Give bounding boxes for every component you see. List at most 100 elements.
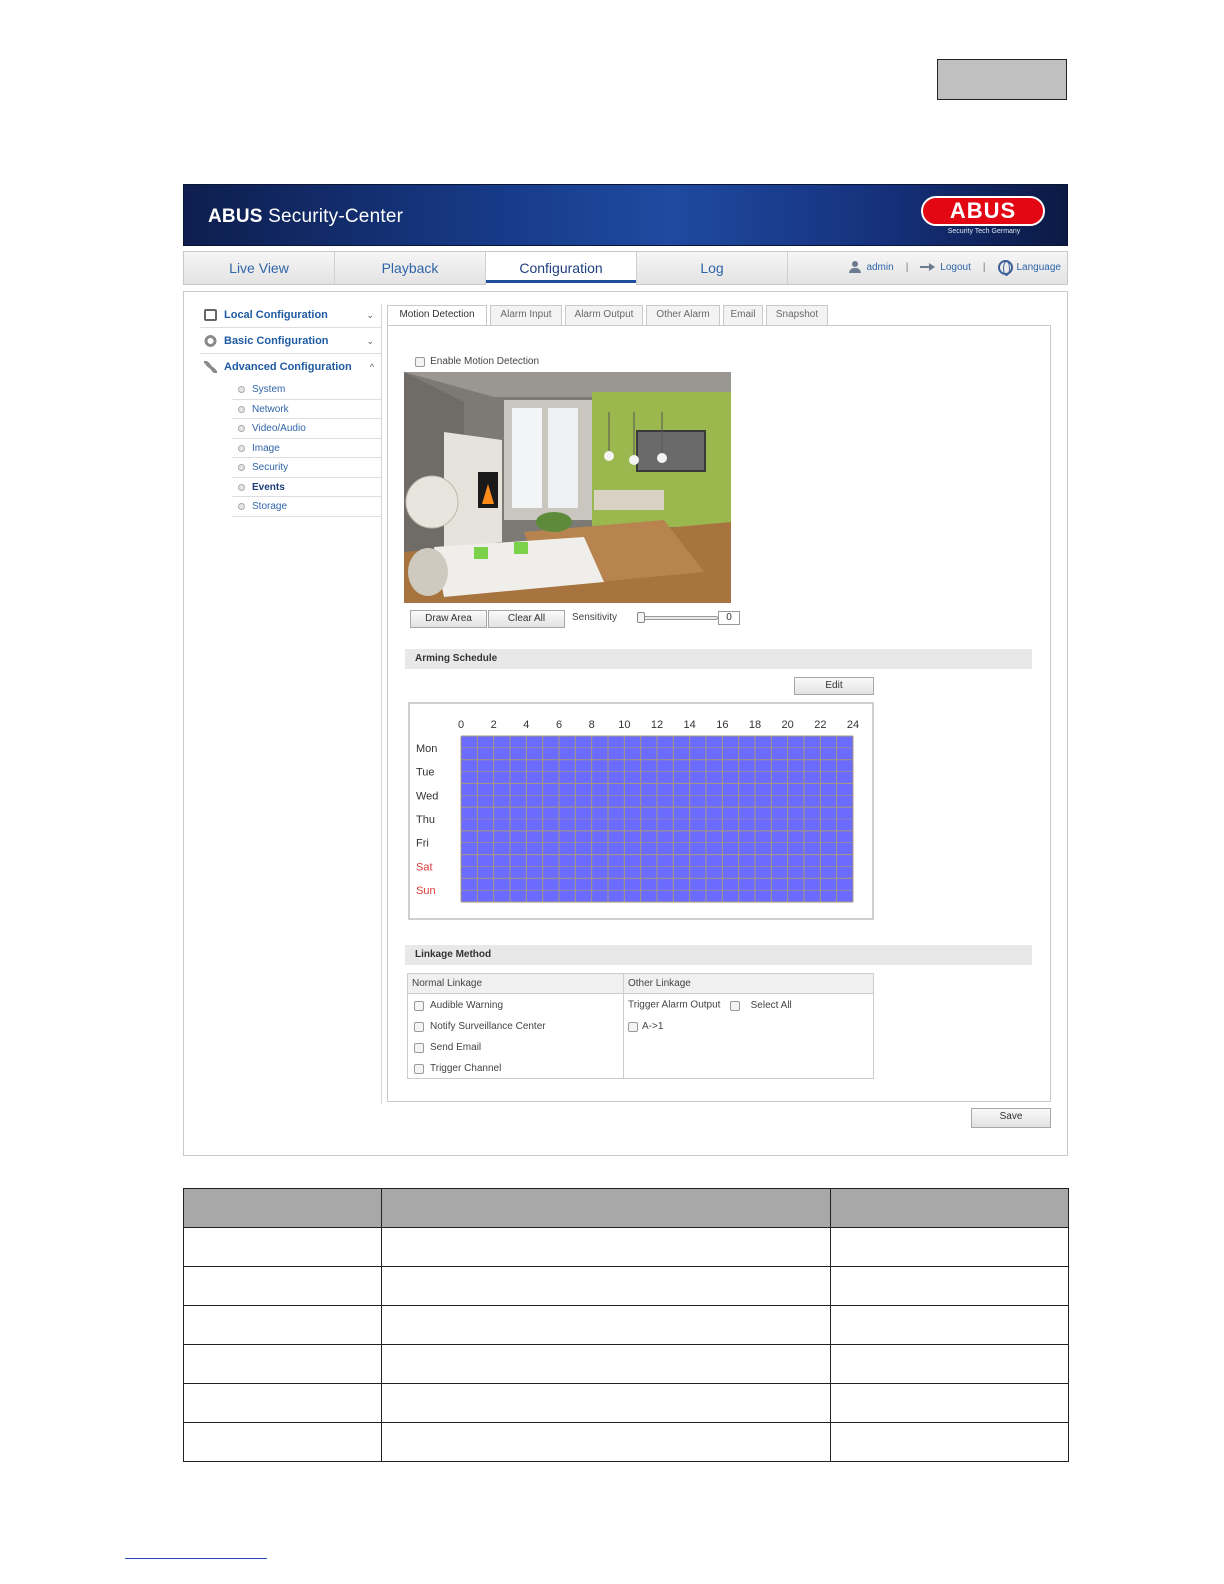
schedule-day-label: Sun bbox=[416, 885, 436, 897]
sidebar-item-storage[interactable]: Storage bbox=[232, 497, 382, 517]
tab-email[interactable]: Email bbox=[723, 305, 763, 325]
sidebar-item-label: Local Configuration bbox=[224, 309, 328, 321]
abus-logo: ABUS Security Tech Germany bbox=[921, 196, 1045, 238]
camera-preview[interactable] bbox=[404, 372, 731, 603]
nav-tab-live-view[interactable]: Live View bbox=[184, 252, 335, 284]
sidebar-item-system[interactable]: System bbox=[232, 380, 382, 400]
schedule-day-label: Fri bbox=[416, 838, 429, 850]
header-banner: ABUS Security-Center ABUS Security Tech … bbox=[183, 184, 1068, 246]
table-cell bbox=[380, 1188, 832, 1228]
separator: | bbox=[982, 262, 986, 273]
notify-surveillance-center-checkbox[interactable] bbox=[414, 1021, 424, 1032]
bullet-icon bbox=[238, 483, 245, 491]
table-cell bbox=[183, 1188, 382, 1228]
schedule-svg: 0 2 4 6 8 10 12 14 16 18 20 22 24MonTueWedThuFriSatS… bbox=[416, 719, 859, 903]
table-cell bbox=[830, 1266, 1069, 1306]
schedule-hour-label: 24 bbox=[847, 719, 859, 731]
select-all-label: Select All bbox=[750, 999, 792, 1011]
bullet-icon bbox=[238, 503, 245, 510]
schedule-day-label: Thu bbox=[416, 814, 435, 826]
schedule-hour-label: 2 bbox=[491, 719, 497, 731]
select-all-checkbox[interactable] bbox=[729, 1000, 740, 1011]
parameter-table bbox=[183, 1188, 1069, 1462]
language-link[interactable]: Language bbox=[997, 252, 1062, 284]
globe-icon bbox=[997, 259, 1013, 276]
save-button[interactable]: Save bbox=[971, 1108, 1051, 1128]
table-cell bbox=[830, 1422, 1069, 1462]
main-panel: Local Configuration ⌄ Basic Configuratio… bbox=[183, 291, 1068, 1156]
username: admin bbox=[866, 262, 894, 273]
enable-motion-detection-checkbox[interactable] bbox=[415, 356, 425, 367]
logout-link[interactable]: Logout bbox=[920, 252, 971, 284]
schedule-hour-label: 4 bbox=[523, 719, 529, 731]
sidebar-item-security[interactable]: Security bbox=[232, 458, 382, 478]
tab-snapshot[interactable]: Snapshot bbox=[766, 305, 828, 325]
table-cell bbox=[380, 1227, 832, 1267]
trigger-alarm-output-row: Trigger Alarm Output Select All bbox=[628, 998, 792, 1012]
tab-alarm-output[interactable]: Alarm Output bbox=[565, 305, 643, 325]
sidebar-item-label: System bbox=[252, 384, 286, 395]
table-cell bbox=[380, 1383, 832, 1423]
alarm-output-a1-row: A->1 bbox=[628, 1019, 663, 1033]
language-label: Language bbox=[1016, 262, 1062, 273]
alarm-output-a1-checkbox[interactable] bbox=[628, 1021, 638, 1032]
sidebar-item-network[interactable]: Network bbox=[232, 400, 382, 419]
schedule-hour-label: 8 bbox=[589, 719, 595, 731]
sidebar-item-label: Basic Configuration bbox=[224, 335, 329, 347]
sidebar-item-advanced-configuration[interactable]: Advanced Configuration ^ bbox=[200, 354, 382, 380]
nav-tab-configuration[interactable]: Configuration bbox=[486, 252, 637, 285]
normal-linkage-header: Normal Linkage bbox=[408, 974, 624, 994]
sensitivity-slider-handle[interactable] bbox=[637, 612, 645, 623]
table-cell bbox=[830, 1188, 1069, 1228]
sensitivity-slider-track[interactable] bbox=[642, 616, 718, 620]
audible-warning-checkbox[interactable] bbox=[414, 1000, 424, 1011]
trigger-channel-label: Trigger Channel bbox=[430, 1062, 502, 1074]
logo-text: ABUS bbox=[921, 196, 1045, 226]
edit-schedule-button[interactable]: Edit bbox=[794, 677, 874, 695]
tab-other-alarm[interactable]: Other Alarm bbox=[646, 305, 720, 325]
table-cell bbox=[183, 1305, 382, 1345]
schedule-hour-label: 20 bbox=[782, 719, 794, 731]
nav-tab-playback[interactable]: Playback bbox=[335, 252, 486, 284]
sidebar-item-video-audio[interactable]: Video/Audio bbox=[232, 419, 382, 439]
table-row bbox=[183, 1305, 1069, 1345]
arming-schedule-grid[interactable]: 0 2 4 6 8 10 12 14 16 18 20 22 24 Mon Tue Wed Thu Fri Sat S… bbox=[408, 702, 874, 920]
sidebar-item-label: Advanced Configuration bbox=[224, 361, 352, 373]
sidebar-item-local-configuration[interactable]: Local Configuration ⌄ bbox=[200, 302, 382, 328]
schedule-hour-label: 18 bbox=[749, 719, 761, 731]
nav-tab-log[interactable]: Log bbox=[637, 252, 788, 284]
sidebar-item-events[interactable]: Events bbox=[232, 478, 382, 497]
table-header-row bbox=[183, 1188, 1069, 1228]
schedule-hour-label: 14 bbox=[684, 719, 696, 731]
tab-alarm-input[interactable]: Alarm Input bbox=[490, 305, 562, 325]
app-title: ABUS Security-Center bbox=[208, 206, 404, 227]
sidebar-item-basic-configuration[interactable]: Basic Configuration ⌄ bbox=[200, 328, 382, 354]
sidebar-item-image[interactable]: Image bbox=[232, 439, 382, 458]
camera-preview-image bbox=[404, 372, 731, 603]
table-row bbox=[183, 1383, 1069, 1423]
enable-motion-detection-label: Enable Motion Detection bbox=[430, 356, 540, 367]
sidebar-divider bbox=[381, 304, 382, 1104]
send-email-checkbox[interactable] bbox=[414, 1042, 424, 1053]
table-cell bbox=[380, 1305, 832, 1345]
trigger-channel-checkbox[interactable] bbox=[414, 1063, 424, 1074]
table-row bbox=[183, 1266, 1069, 1306]
table-cell bbox=[380, 1266, 832, 1306]
sensitivity-value-field[interactable]: 0 bbox=[718, 611, 740, 625]
draw-area-button[interactable]: Draw Area bbox=[410, 610, 487, 628]
table-row bbox=[183, 1344, 1069, 1384]
gear-icon bbox=[204, 335, 217, 347]
trigger-channel-row: Trigger Channel bbox=[414, 1061, 501, 1075]
motion-detection-content: Enable Motion Detection Draw Area Clear … bbox=[387, 325, 1051, 1102]
notify-surveillance-center-label: Notify Surveillance Center bbox=[430, 1020, 546, 1032]
sidebar-item-label: Security bbox=[252, 462, 289, 473]
monitor-icon bbox=[204, 309, 217, 321]
audible-warning-label: Audible Warning bbox=[430, 999, 504, 1011]
notify-surveillance-center-row: Notify Surveillance Center bbox=[414, 1019, 546, 1033]
user-link[interactable]: admin bbox=[849, 252, 894, 284]
clear-all-button[interactable]: Clear All bbox=[488, 610, 565, 628]
bullet-icon bbox=[238, 464, 245, 471]
sidebar-item-label: Events bbox=[252, 481, 285, 493]
tab-motion-detection[interactable]: Motion Detection bbox=[387, 305, 487, 325]
table-cell bbox=[380, 1344, 832, 1384]
